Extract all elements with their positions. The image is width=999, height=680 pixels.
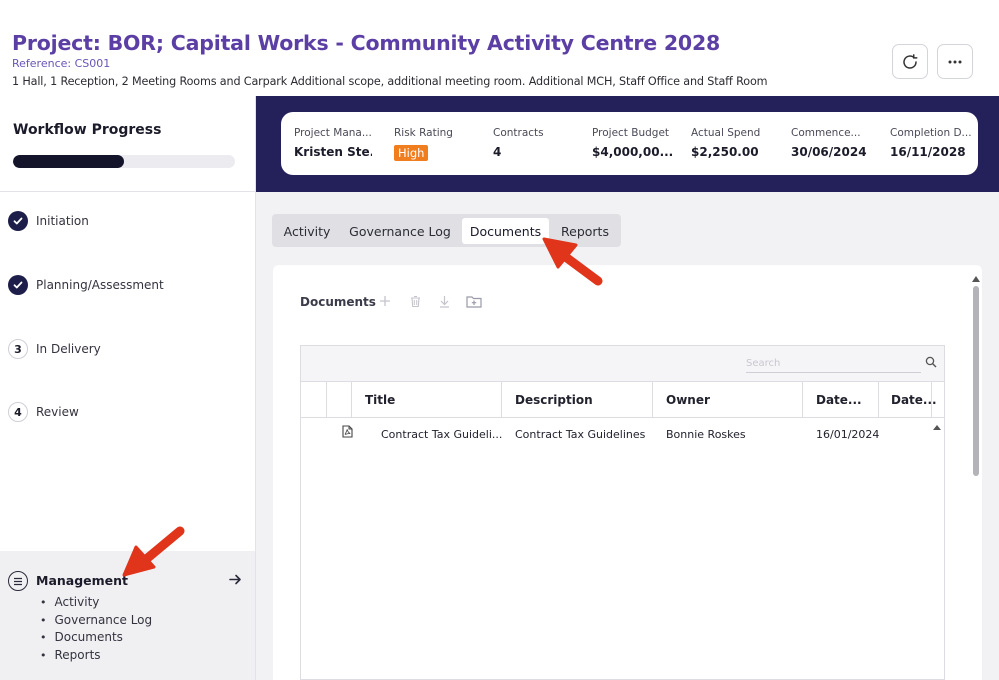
- stat-contracts: Contracts 4: [493, 127, 544, 159]
- cell-description: Contract Tax Guidelines: [515, 428, 646, 441]
- pdf-file-icon: [342, 425, 353, 438]
- grid-scrollbar[interactable]: [931, 419, 943, 679]
- column-header-description[interactable]: Description: [515, 393, 593, 407]
- check-circle-icon: [8, 211, 28, 231]
- risk-badge: High: [394, 145, 429, 161]
- annotation-arrow-icon: [122, 526, 185, 577]
- cell-date: 16/01/2024: [816, 428, 880, 441]
- column-divider: [802, 382, 803, 418]
- main-content: Project Mana... Kristen Ste... Risk Rati…: [256, 96, 999, 680]
- search-input[interactable]: [746, 355, 921, 373]
- column-divider: [878, 382, 879, 418]
- stat-commencement: Commence... 30/06/2024: [791, 127, 867, 159]
- tab-documents[interactable]: Documents: [462, 218, 549, 244]
- management-title: Management: [36, 573, 129, 588]
- folder-plus-icon: [466, 295, 482, 308]
- cell-owner: Bonnie Roskes: [666, 428, 746, 441]
- plus-icon: [380, 296, 390, 306]
- stat-project-manager: Project Mana... Kristen Ste...: [294, 127, 372, 159]
- more-horizontal-icon: [948, 60, 962, 63]
- page-title: Project: BOR; Capital Works - Community …: [12, 31, 721, 55]
- step-number: 3: [8, 339, 28, 359]
- step-initiation[interactable]: Initiation: [8, 211, 89, 231]
- column-header-date-1[interactable]: Date...: [816, 393, 862, 407]
- column-divider: [351, 382, 352, 418]
- refresh-icon: [903, 53, 918, 69]
- project-banner: Project Mana... Kristen Ste... Risk Rati…: [256, 96, 999, 192]
- project-summary-card: Project Mana... Kristen Ste... Risk Rati…: [281, 112, 978, 175]
- management-list-icon: [8, 571, 28, 591]
- step-in-delivery[interactable]: 3 In Delivery: [8, 339, 101, 359]
- cell-title[interactable]: Contract Tax Guideli...: [381, 428, 502, 441]
- project-scope: 1 Hall, 1 Reception, 2 Meeting Rooms and…: [12, 75, 768, 88]
- documents-grid: Title Description Owner Date... Date... …: [300, 345, 945, 680]
- grid-toolbar: [301, 346, 944, 382]
- column-header-owner[interactable]: Owner: [666, 393, 710, 407]
- tab-activity[interactable]: Activity: [276, 218, 338, 244]
- page-header: Project: BOR; Capital Works - Community …: [0, 0, 999, 96]
- project-reference: Reference: CS001: [12, 57, 111, 70]
- step-label: Review: [36, 405, 79, 419]
- workflow-sidebar: Workflow Progress Initiation Planning/As…: [0, 96, 256, 680]
- add-folder-button[interactable]: [466, 292, 482, 310]
- management-link-reports[interactable]: Reports: [40, 647, 152, 665]
- column-divider: [501, 382, 502, 418]
- management-link-documents[interactable]: Documents: [40, 629, 152, 647]
- management-link-activity[interactable]: Activity: [40, 594, 152, 612]
- column-header-date-2[interactable]: Date...: [891, 393, 937, 407]
- column-header-title[interactable]: Title: [365, 393, 395, 407]
- stat-actual-spend: Actual Spend $2,250.00: [691, 127, 761, 159]
- step-number: 4: [8, 402, 28, 422]
- workflow-progress-fill: [13, 155, 124, 168]
- stat-completion: Completion D... 16/11/2028: [890, 127, 972, 159]
- workflow-progress-title: Workflow Progress: [13, 122, 162, 138]
- scroll-up-icon[interactable]: [933, 425, 941, 430]
- step-label: Planning/Assessment: [36, 278, 164, 292]
- step-label: In Delivery: [36, 342, 101, 356]
- step-label: Initiation: [36, 214, 89, 228]
- tab-governance-log[interactable]: Governance Log: [342, 218, 458, 244]
- sidebar-divider: [0, 191, 255, 192]
- management-links: Activity Governance Log Documents Report…: [40, 594, 153, 665]
- workflow-progress-bar: [13, 155, 235, 168]
- download-document-button[interactable]: [436, 292, 452, 310]
- search-icon[interactable]: [925, 356, 937, 368]
- scroll-up-icon[interactable]: [972, 276, 980, 282]
- step-planning-assessment[interactable]: Planning/Assessment: [8, 275, 164, 295]
- panel-scrollbar-thumb[interactable]: [973, 286, 979, 476]
- column-divider: [652, 382, 653, 418]
- check-circle-icon: [8, 275, 28, 295]
- stat-project-budget: Project Budget $4,000,00...: [592, 127, 674, 159]
- add-document-button[interactable]: [377, 292, 393, 310]
- management-link-governance-log[interactable]: Governance Log: [40, 612, 153, 630]
- stat-risk-rating: Risk Rating High: [394, 127, 453, 161]
- trash-icon: [410, 295, 420, 307]
- column-divider: [326, 382, 327, 418]
- more-options-button[interactable]: [937, 44, 973, 79]
- documents-title: Documents: [300, 295, 376, 309]
- arrow-right-icon[interactable]: [227, 569, 243, 589]
- annotation-arrow-icon: [542, 237, 603, 286]
- download-icon: [439, 295, 449, 308]
- delete-document-button[interactable]: [407, 292, 423, 310]
- step-review[interactable]: 4 Review: [8, 402, 79, 422]
- refresh-button[interactable]: [892, 44, 928, 79]
